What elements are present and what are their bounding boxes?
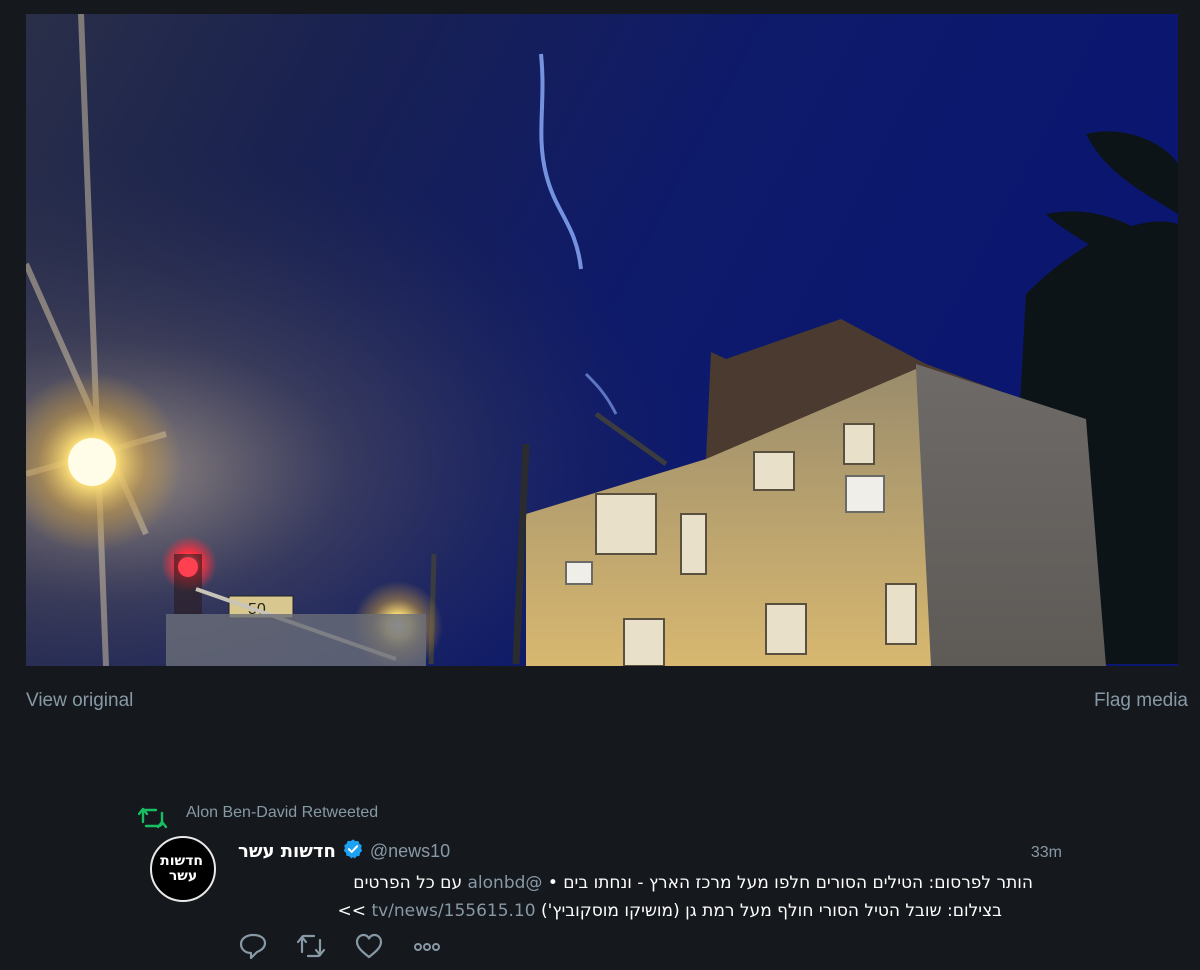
retweet-context: Alon Ben-David Retweeted xyxy=(137,804,378,829)
tweet-text-line-2: בצילום: שובל הטיל הסורי חולף מעל רמת גן … xyxy=(236,898,1002,924)
avatar-label: חדשות עשר xyxy=(160,853,203,884)
mention-link[interactable]: @alonbd xyxy=(468,873,543,893)
flag-media-link[interactable]: Flag media xyxy=(1094,690,1188,712)
avatar[interactable]: חדשות עשר xyxy=(150,836,216,902)
retweet-icon xyxy=(296,932,326,960)
reply-icon xyxy=(238,932,268,960)
tweet-actions xyxy=(238,932,470,960)
view-original-link[interactable]: View original xyxy=(26,690,133,712)
tweet-media-photo[interactable]: 50 xyxy=(26,14,1178,666)
tweet-timestamp[interactable]: 33m xyxy=(1031,844,1062,862)
night-sky-photo: 50 xyxy=(26,14,1178,666)
more-icon xyxy=(412,932,442,960)
more-button[interactable] xyxy=(412,932,470,960)
verified-icon xyxy=(342,838,364,865)
tweet-text-part: הותר לפרסום: הטילים הסורים חלפו מעל מרכז… xyxy=(547,873,1033,893)
heart-icon xyxy=(354,932,384,960)
display-name[interactable]: חדשות עשר xyxy=(238,841,336,862)
handle[interactable]: @news10 xyxy=(370,841,450,862)
tweet-text-part: >> xyxy=(337,901,367,921)
like-button[interactable] xyxy=(354,932,412,960)
retweet-icon xyxy=(137,806,168,835)
tweet-text-line-1: הותר לפרסום: הטילים הסורים חלפו מעל מרכז… xyxy=(236,870,1033,896)
tweet-text-part: עם כל הפרטים xyxy=(353,873,463,893)
reply-button[interactable] xyxy=(238,932,296,960)
url-link[interactable]: tv/news/155615.10 xyxy=(371,901,535,921)
retweet-button[interactable] xyxy=(296,932,354,960)
page: 50 View original Flag media Alon Ben-Dav… xyxy=(0,0,1200,970)
tweet-header: חדשות עשר @news10 xyxy=(238,838,450,865)
retweeted-by-label[interactable]: Alon Ben-David Retweeted xyxy=(186,804,378,822)
tweet-text-part: בצילום: שובל הטיל הסורי חולף מעל רמת גן … xyxy=(540,901,1002,921)
